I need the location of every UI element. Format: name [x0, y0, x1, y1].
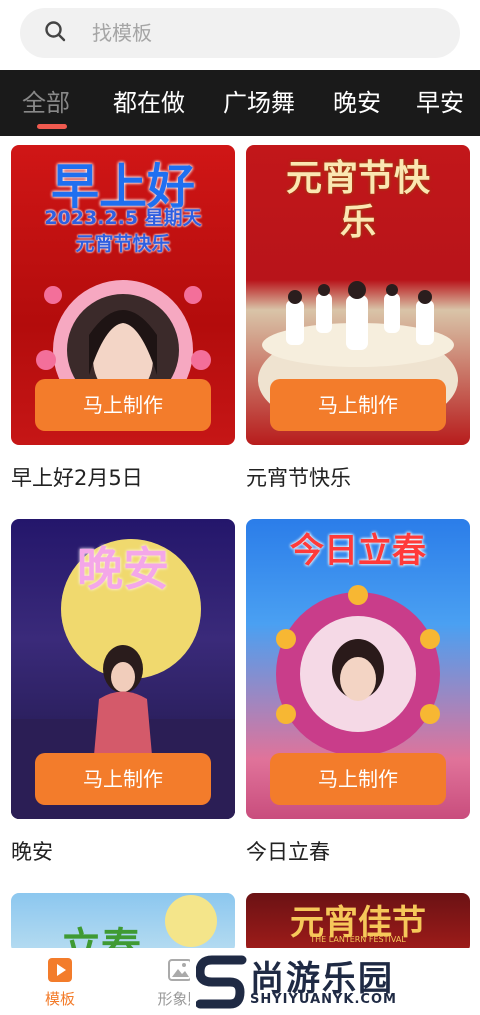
template-card[interactable]: 立春 [11, 893, 235, 953]
tab-good-morning[interactable]: 早安 [416, 70, 464, 136]
search-placeholder: 找模板 [92, 21, 152, 45]
card-art-title: 今日立春 [290, 531, 426, 571]
make-now-button[interactable]: 马上制作 [270, 379, 446, 431]
nav-item-templates[interactable]: 模板 [15, 948, 105, 1015]
card-caption: 元宵节快乐 [246, 466, 351, 490]
tab-square-dance[interactable]: 广场舞 [223, 70, 295, 136]
card-art-line2: 元宵节快乐 [75, 233, 171, 255]
template-card[interactable]: 元宵节快乐 马上制作 [246, 145, 470, 445]
tab-active-indicator [37, 124, 67, 129]
site-watermark: 尚游乐园 SHYIYUANYK.COM [190, 948, 480, 1015]
category-tabs: 全部 都在做 广场舞 晚安 早安 [0, 70, 480, 136]
card-caption: 今日立春 [246, 840, 330, 864]
card-caption: 早上好2月5日 [11, 466, 143, 490]
tab-good-night[interactable]: 晚安 [333, 70, 381, 136]
template-card[interactable]: 今日立春 马上制作 [246, 519, 470, 819]
search-input[interactable]: 找模板 [20, 8, 460, 58]
card-art-subtitle: THE LANTERN FESTIVAL [310, 935, 406, 944]
nav-label: 模板 [44, 990, 75, 1008]
watermark-logo [196, 955, 247, 1009]
template-card[interactable]: 元宵佳节 THE LANTERN FESTIVAL [246, 893, 470, 953]
make-now-button[interactable]: 马上制作 [270, 753, 446, 805]
template-card[interactable]: 晚安 马上制作 [11, 519, 235, 819]
card-caption: 晚安 [11, 840, 53, 864]
make-now-button[interactable]: 马上制作 [35, 753, 211, 805]
search-icon [44, 20, 66, 46]
play-icon [48, 958, 72, 982]
template-card[interactable]: 早上好 2023.2.5 星期天 元宵节快乐 马上制作 [11, 145, 235, 445]
card-art-title: 元宵节快乐 [285, 158, 430, 243]
make-now-button[interactable]: 马上制作 [35, 379, 211, 431]
search-bar-container: 找模板 [0, 0, 480, 70]
card-art-title: 晚安 [77, 542, 169, 596]
image-icon [168, 958, 192, 982]
card-art-line1: 2023.2.5 星期天 [44, 207, 202, 229]
watermark-subtext: SHYIYUANYK.COM [250, 992, 397, 1007]
tab-popular[interactable]: 都在做 [113, 70, 185, 136]
